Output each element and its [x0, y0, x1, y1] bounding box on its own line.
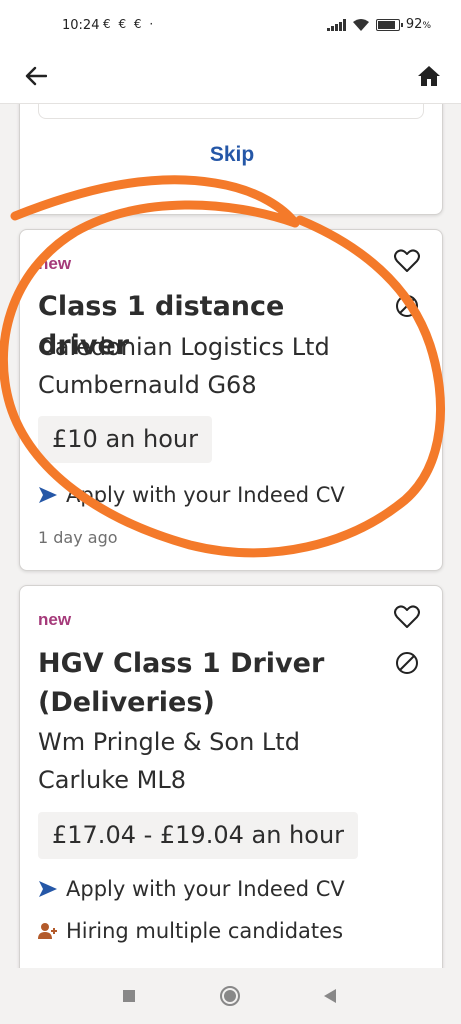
battery-percent: 92% [405, 17, 431, 32]
job-card[interactable]: new Class 1 distance driver Caledonian L… [19, 229, 443, 571]
easy-apply-feature: Apply with your Indeed CV [38, 877, 345, 901]
feature-label: Apply with your Indeed CV [66, 877, 345, 901]
system-home-button[interactable] [218, 984, 242, 1008]
posted-date: 1 day ago [38, 528, 118, 547]
job-title-line-1: HGV Class 1 Driver [38, 648, 325, 679]
feature-label: Apply with your Indeed CV [66, 483, 345, 507]
job-location: Carluke ML8 [38, 766, 186, 794]
save-job-button[interactable] [392, 246, 422, 276]
signal-icon [326, 18, 346, 31]
new-badge: new [38, 610, 72, 629]
status-bar: 10:24 € € € · 92% [0, 0, 461, 50]
system-nav-bar [0, 968, 461, 1024]
not-interested-button[interactable] [392, 648, 422, 678]
back-button[interactable] [18, 58, 54, 94]
block-icon [396, 652, 418, 674]
status-right-group: 92% [326, 17, 431, 32]
easy-apply-feature: Apply with your Indeed CV [38, 483, 345, 507]
job-title[interactable]: HGV Class 1 Driver (Deliveries) [38, 644, 378, 722]
job-card[interactable]: new HGV Class 1 Driver (Deliveries) Wm P… [19, 585, 443, 968]
job-title-line-2: (Deliveries) [38, 687, 215, 718]
previous-card: Skip [19, 104, 443, 215]
block-icon [396, 295, 418, 317]
notification-icons: € € € · [103, 17, 156, 31]
system-back-button[interactable] [318, 984, 342, 1008]
company-name: Wm Pringle & Son Ltd [38, 728, 300, 756]
home-button[interactable] [411, 58, 447, 94]
battery-icon [375, 18, 403, 31]
salary-badge: £10 an hour [38, 416, 212, 463]
job-list: Skip new Class 1 distance driver Caledon… [0, 104, 461, 968]
status-time: 10:24 [62, 18, 100, 33]
back-triangle-icon [324, 989, 336, 1003]
send-arrow-icon [39, 487, 57, 503]
person-add-icon [38, 923, 57, 939]
arrow-left-icon [25, 66, 47, 86]
recents-square-icon [123, 990, 135, 1002]
send-arrow-icon [39, 881, 57, 897]
hiring-multiple-feature: Hiring multiple candidates [38, 919, 343, 943]
salary-badge: £17.04 - £19.04 an hour [38, 812, 359, 859]
feature-label: Hiring multiple candidates [66, 919, 344, 943]
new-badge: new [38, 254, 72, 273]
save-job-button[interactable] [392, 602, 422, 632]
previous-card-inner [38, 104, 424, 119]
home-icon [418, 66, 440, 86]
company-name: Caledonian Logistics Ltd [38, 333, 330, 361]
recents-button[interactable] [117, 984, 141, 1008]
home-circle-icon [220, 986, 240, 1006]
job-location: Cumbernauld G68 [38, 371, 257, 399]
heart-icon [394, 605, 420, 628]
app-bar [0, 50, 461, 104]
wifi-icon [352, 18, 369, 31]
heart-icon [394, 249, 420, 272]
skip-button[interactable]: Skip [20, 143, 444, 167]
not-interested-button[interactable] [392, 291, 422, 321]
